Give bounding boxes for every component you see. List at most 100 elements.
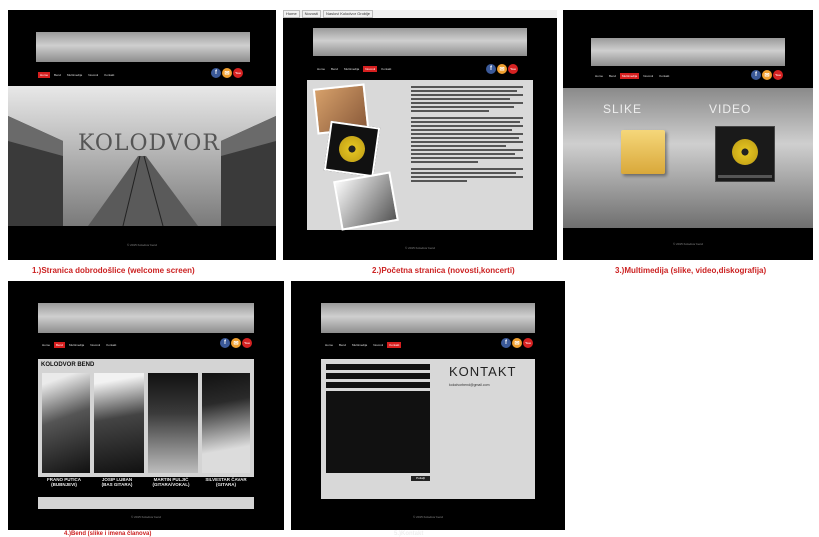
nav-novosti[interactable]: Novosti [641,73,655,79]
name-field[interactable] [326,364,430,370]
nav-novosti[interactable]: Novosti [86,72,100,78]
train-tracks-illustration [8,116,276,226]
header-banner [313,28,527,56]
nav-bend[interactable]: Bend [52,72,63,78]
subject-field[interactable] [326,382,430,388]
header-banner [36,32,250,62]
video-label: VIDEO [709,102,752,116]
video-player[interactable] [715,126,775,182]
facebook-icon[interactable]: f [220,338,230,348]
panel-band: Home Bend Multimedija Novosti Kontakt f … [8,281,284,530]
play-icon[interactable] [732,139,758,165]
panel-media: Home Bend Multimedija Novosti Kontakt f … [563,10,813,260]
browser-tab[interactable]: Novosti [301,10,322,18]
caption-contact: 5.)Kontakt [394,531,424,537]
member-role: (GITARA/VOKAL) [152,482,190,487]
facebook-icon[interactable]: f [211,68,221,78]
caption-home: 2.)Početna stranica (novosti,koncerti) [372,266,515,275]
footer-text: © 2015 Kolodvor bend [131,515,161,519]
member-role: (BAS GITARA) [101,482,133,487]
browser-tab[interactable]: Home [283,10,300,18]
mail-icon[interactable]: ✉ [231,338,241,348]
member-item: FRANO PUTICA (BUBNJEVI) [38,477,90,497]
panel-contact: Home Bend Multimedija Novosti Kontakt f … [291,281,565,530]
mail-icon[interactable]: ✉ [512,338,522,348]
caption-band: 4.)Bend (slike i imena članova) [64,531,152,537]
mail-icon[interactable]: ✉ [497,64,507,74]
main-nav: Home Bend Multimedija Novosti Kontakt [323,342,402,348]
nav-kontakt[interactable]: Kontakt [379,66,393,72]
nav-multimedija[interactable]: Multimedija [620,73,640,79]
youtube-icon[interactable]: You [233,68,243,78]
facebook-icon[interactable]: f [486,64,496,74]
folder-icon[interactable] [621,130,665,174]
nav-home[interactable]: Home [315,66,327,72]
cd-disc-icon [337,134,367,164]
nav-home[interactable]: Home [323,342,335,348]
social-links: f ✉ You [486,64,518,74]
main-nav: Home Bend Multimedija Novosti Kontakt [593,73,671,79]
nav-novosti[interactable]: Novosti [88,342,102,348]
member-photo [148,373,198,473]
band-title: KOLODVOR BEND [41,362,95,368]
member-item: SILVESTAR ČAVAR (GITARA) [198,477,254,497]
hero-image: KOLODVOR [8,86,276,226]
message-textarea[interactable] [326,391,430,473]
main-nav: Home Bend Multimedija Novosti Kontakt [315,66,393,72]
member-captions: FRANO PUTICA (BUBNJEVI) JOSIP LUBAN (BAS… [38,477,254,497]
video-progress-bar[interactable] [718,175,772,178]
nav-kontakt[interactable]: Kontakt [102,72,116,78]
nav-home[interactable]: Home [38,72,51,78]
contact-title: KONTAKT [449,364,517,379]
nav-kontakt[interactable]: Kontakt [387,342,402,348]
member-role: (BUBNJEVI) [51,482,77,487]
main-nav: Home Bend Multimedija Novosti Kontakt [38,72,116,78]
send-button[interactable]: Pošalji [411,476,430,481]
nav-multimedija[interactable]: Multimedija [342,66,361,72]
nav-home[interactable]: Home [40,342,52,348]
social-links: f ✉ You [501,338,533,348]
media-background: SLIKE VIDEO [563,88,813,228]
caption-welcome: 1.)Stranica dobrodošlice (welcome screen… [32,266,195,275]
nav-home[interactable]: Home [593,73,605,79]
content-area [307,80,533,231]
browser-tab[interactable]: Naslovi Kolodvor Groblje [323,10,374,18]
member-role: (GITARA) [216,482,236,487]
browser-tabbar: Home Novosti Naslovi Kolodvor Groblje [283,10,557,18]
header-banner [38,303,254,333]
news-text [411,86,523,184]
nav-kontakt[interactable]: Kontakt [104,342,118,348]
header-banner [321,303,535,333]
nav-novosti[interactable]: Novosti [371,342,385,348]
member-item: JOSIP LUBAN (BAS GITARA) [90,477,144,497]
nav-multimedija[interactable]: Multimedija [67,342,86,348]
footer-text: © 2015 Kolodvor bend [673,242,703,246]
email-field[interactable] [326,373,430,379]
facebook-icon[interactable]: f [751,70,761,80]
nav-novosti[interactable]: Novosti [363,66,378,72]
header-banner [591,38,785,66]
youtube-icon[interactable]: You [242,338,252,348]
nav-bend[interactable]: Bend [337,342,348,348]
logo: KOLODVOR [78,131,220,156]
caption-media: 3.)Multimedija (slike, video,diskografij… [615,266,767,275]
member-photo [42,373,90,473]
social-links: f ✉ You [220,338,252,348]
member-photo [94,373,144,473]
facebook-icon[interactable]: f [501,338,511,348]
youtube-icon[interactable]: You [773,70,783,80]
nav-bend[interactable]: Bend [329,66,340,72]
album-cover [323,120,381,178]
member-item: MARTIN PULJIĆ (GITARA/VOKAL) [144,477,198,497]
nav-bend[interactable]: Bend [54,342,66,348]
nav-multimedija[interactable]: Multimedija [65,72,84,78]
mail-icon[interactable]: ✉ [222,68,232,78]
nav-bend[interactable]: Bend [607,73,618,79]
contact-email: kolodvorbend@gmail.com [449,383,490,387]
nav-kontakt[interactable]: Kontakt [657,73,671,79]
mail-icon[interactable]: ✉ [762,70,772,80]
nav-multimedija[interactable]: Multimedija [350,342,369,348]
youtube-icon[interactable]: You [508,64,518,74]
footer-text: © 2015 Kolodvor bend [127,243,157,247]
youtube-icon[interactable]: You [523,338,533,348]
